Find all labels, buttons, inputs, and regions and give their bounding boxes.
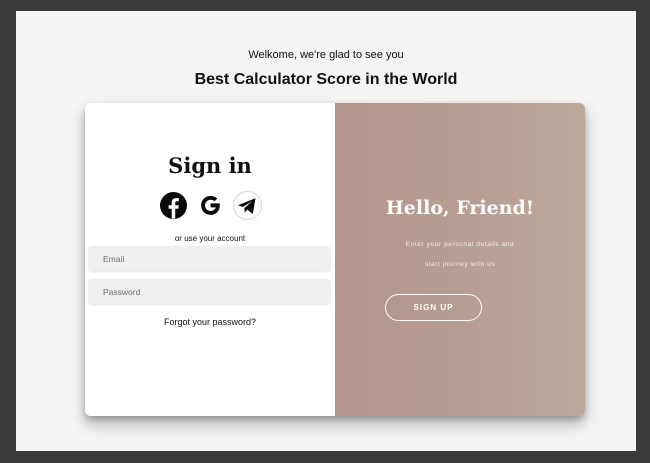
auth-card: Sign in or use your account Email Forgot… [85,103,585,416]
signup-button[interactable]: SIGN UP [385,294,482,321]
forgot-password-link[interactable]: Forgot your password? [85,317,335,327]
telegram-icon[interactable] [232,191,262,220]
google-icon[interactable] [196,191,225,220]
overlay-description-line1: Enter your personal details and [405,241,515,248]
signin-panel: Sign in or use your account Email Forgot… [85,103,335,416]
alt-login-text: or use your account [174,234,246,243]
password-field[interactable] [88,279,331,304]
facebook-icon[interactable] [159,191,188,220]
overlay-description-line2: start journey with us [424,261,496,268]
email-field[interactable] [88,246,331,271]
page: Welkome, we're glad to see you Best Calc… [16,11,636,451]
signup-overlay-panel: Hello, Friend! Enter your personal detai… [335,103,585,416]
page-headline: Best Calculator Score in the World [194,71,458,88]
social-login-row [85,191,335,220]
welcome-text: Welkome, we're glad to see you [248,49,404,61]
signin-title: Sign in [168,153,252,178]
overlay-title: Hello, Friend! [385,197,535,219]
